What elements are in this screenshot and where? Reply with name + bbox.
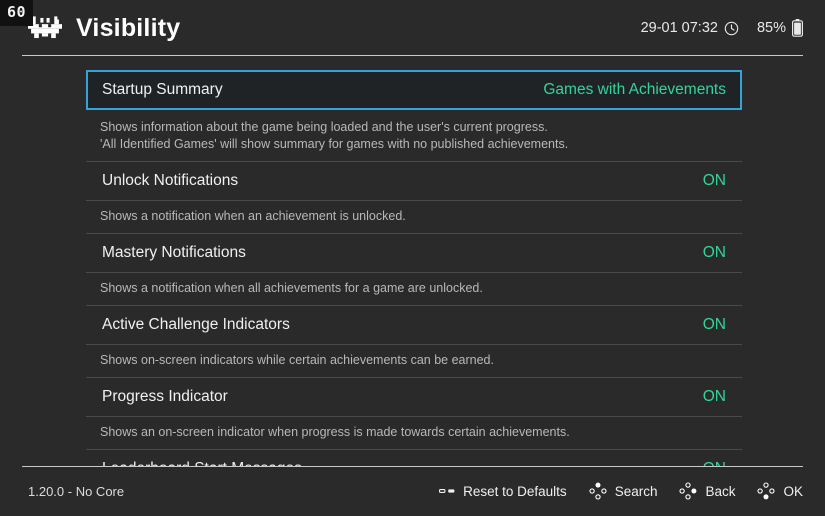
gamepad-face-bottom-icon — [757, 482, 776, 500]
space-invader-icon — [28, 16, 62, 40]
search-button[interactable]: Search — [589, 482, 658, 500]
setting-item: Mastery Notifications ON Shows a notific… — [86, 234, 742, 306]
footer-action-label: OK — [783, 483, 803, 499]
app-header: Visibility 29-01 07:32 85% — [0, 0, 825, 56]
setting-description-line: Shows on-screen indicators while certain… — [100, 353, 494, 367]
setting-description: Shows information about the game being l… — [86, 110, 742, 162]
setting-label: Progress Indicator — [102, 388, 228, 405]
app-footer: 1.20.0 - No Core Reset to Defaults Searc… — [0, 466, 825, 516]
setting-row-mastery-notifications[interactable]: Mastery Notifications ON — [86, 234, 742, 272]
setting-item: Unlock Notifications ON Shows a notifica… — [86, 162, 742, 234]
back-button[interactable]: Back — [679, 482, 735, 500]
footer-action-label: Reset to Defaults — [463, 483, 567, 499]
setting-label: Active Challenge Indicators — [102, 316, 290, 333]
setting-description: Shows an on-screen indicator when progre… — [86, 416, 742, 450]
version-label: 1.20.0 - No Core — [28, 483, 125, 499]
settings-content: Startup Summary Games with Achievements … — [0, 56, 825, 466]
setting-value: ON — [702, 388, 726, 405]
footer-action-list: Reset to Defaults Search Back OK — [439, 482, 803, 500]
visibility-settings-screen: 60 Visibility 29-01 07:32 85% Startup Su… — [0, 0, 825, 516]
setting-value: Games with Achievements — [543, 81, 726, 98]
setting-description-line: Shows a notification when an achievement… — [100, 209, 406, 223]
setting-description-line: 'All Identified Games' will show summary… — [100, 137, 569, 151]
setting-value: ON — [702, 244, 726, 261]
settings-option-list: Startup Summary Games with Achievements … — [86, 70, 742, 466]
battery-status: 85% — [757, 19, 803, 37]
footer-divider — [22, 466, 803, 467]
setting-row-progress-indicator[interactable]: Progress Indicator ON — [86, 378, 742, 416]
setting-description: Shows on-screen indicators while certain… — [86, 344, 742, 378]
setting-row-startup-summary[interactable]: Startup Summary Games with Achievements — [86, 70, 742, 110]
setting-item: Leaderboard Start Messages ON Shows a de… — [86, 450, 742, 466]
datetime-text: 29-01 07:32 — [640, 20, 718, 36]
setting-row-active-challenge-indicators[interactable]: Active Challenge Indicators ON — [86, 306, 742, 344]
fps-counter: 60 — [0, 0, 34, 26]
footer-action-label: Back — [705, 483, 736, 499]
setting-label: Unlock Notifications — [102, 172, 239, 189]
setting-label: Mastery Notifications — [102, 244, 246, 261]
gamepad-face-top-icon — [589, 482, 607, 500]
page-title: Visibility — [76, 13, 181, 42]
reset-to-defaults-button[interactable]: Reset to Defaults — [439, 484, 567, 499]
setting-item: Startup Summary Games with Achievements … — [86, 70, 742, 162]
footer-action-label: Search — [614, 483, 658, 499]
setting-value: ON — [702, 172, 726, 189]
setting-description: Shows a notification when an achievement… — [86, 200, 742, 234]
setting-row-leaderboard-start-messages[interactable]: Leaderboard Start Messages ON — [86, 450, 742, 466]
setting-value: ON — [702, 316, 726, 333]
setting-description: Shows a notification when all achievemen… — [86, 272, 742, 306]
setting-label: Startup Summary — [102, 81, 223, 98]
battery-icon — [792, 19, 803, 37]
setting-item: Progress Indicator ON Shows an on-screen… — [86, 378, 742, 450]
header-status-group: 29-01 07:32 85% — [641, 19, 803, 37]
setting-description-line: Shows an on-screen indicator when progre… — [100, 425, 570, 439]
battery-level-text: 85% — [756, 20, 786, 36]
clock-status: 29-01 07:32 — [641, 20, 739, 36]
setting-item: Active Challenge Indicators ON Shows on-… — [86, 306, 742, 378]
select-start-buttons-icon — [439, 484, 455, 498]
setting-description-line: Shows information about the game being l… — [100, 120, 548, 134]
clock-icon — [724, 21, 739, 36]
setting-description-line: Shows a notification when all achievemen… — [100, 281, 483, 295]
header-left-group: Visibility — [28, 14, 180, 43]
ok-button[interactable]: OK — [757, 482, 803, 500]
gamepad-face-right-icon — [679, 482, 697, 500]
setting-row-unlock-notifications[interactable]: Unlock Notifications ON — [86, 162, 742, 200]
